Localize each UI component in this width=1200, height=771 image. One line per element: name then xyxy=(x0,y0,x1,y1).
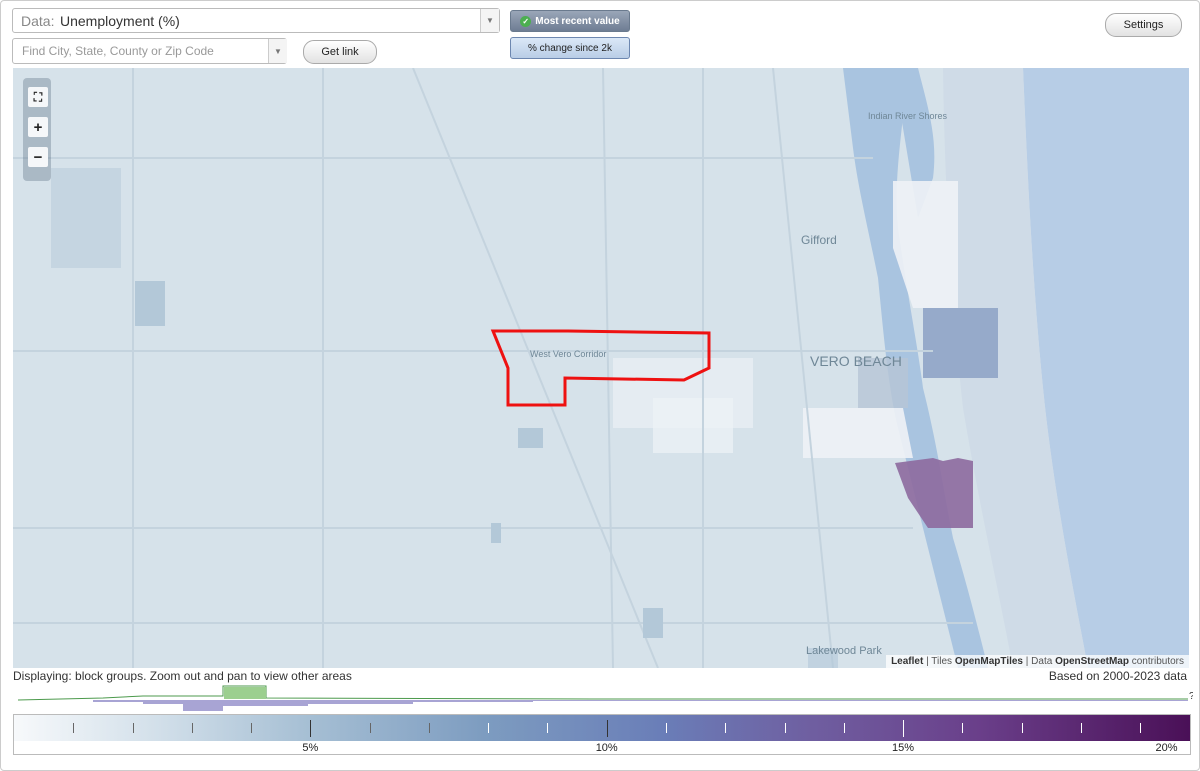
displaying-note: Displaying: block groups. Zoom out and p… xyxy=(13,669,352,683)
legend-tick xyxy=(903,720,904,737)
map-label-indian-river-shores: Indian River Shores xyxy=(868,111,948,121)
legend-tick xyxy=(1140,723,1141,733)
legend-tick xyxy=(844,723,845,733)
zoom-in-icon[interactable]: + xyxy=(28,117,48,137)
data-select[interactable]: Data: Unemployment (%) ▼ xyxy=(12,8,500,33)
legend-tick xyxy=(547,723,548,733)
location-search-input[interactable] xyxy=(12,38,287,64)
legend-tick xyxy=(607,720,608,737)
distribution-histogram: ? xyxy=(17,685,1193,711)
zoom-out-icon[interactable]: − xyxy=(28,147,48,167)
legend-tick xyxy=(310,720,311,737)
map-label-lakewood-park: Lakewood Park xyxy=(806,645,882,657)
legend-tick xyxy=(488,723,489,733)
attribution-osm-link[interactable]: OpenStreetMap xyxy=(1055,656,1129,667)
attribution-tiles-label: Tiles xyxy=(931,656,953,667)
settings-button[interactable]: Settings xyxy=(1105,13,1182,37)
most-recent-value-label: Most recent value xyxy=(535,15,620,27)
color-legend: 5% 10% 15% 20% xyxy=(13,714,1191,755)
legend-tick xyxy=(370,723,371,733)
checkmark-icon: ✓ xyxy=(520,15,532,27)
map-attribution: Leaflet | Tiles OpenMapTiles | Data Open… xyxy=(886,655,1189,668)
color-scale-bar xyxy=(14,715,1190,741)
legend-label-15: 15% xyxy=(892,742,915,754)
unknown-value-marker: ? xyxy=(1189,691,1193,702)
legend-tick xyxy=(429,723,430,733)
pct-change-button[interactable]: % change since 2k xyxy=(510,37,630,59)
app-frame: Data: Unemployment (%) ▼ ▼ Get link ✓ Mo… xyxy=(0,0,1200,771)
dropdown-arrow-icon[interactable]: ▼ xyxy=(480,9,499,32)
map-canvas[interactable] xyxy=(13,68,1189,668)
most-recent-value-button[interactable]: ✓ Most recent value xyxy=(510,10,630,32)
legend-tick xyxy=(1022,723,1023,733)
data-select-value: Unemployment (%) xyxy=(60,13,180,29)
attribution-leaflet-link[interactable]: Leaflet xyxy=(891,656,923,667)
fullscreen-icon[interactable]: ⛶ xyxy=(28,87,48,107)
attribution-contributors: contributors xyxy=(1131,656,1184,667)
map-label-west-vero-corridor: West Vero Corridor xyxy=(530,349,607,359)
legend-tick xyxy=(251,723,252,733)
legend-tick xyxy=(962,723,963,733)
map-view[interactable]: Indian River Shores Gifford VERO BEACH W… xyxy=(13,68,1189,668)
legend-label-10: 10% xyxy=(595,742,618,754)
search-dropdown-arrow-icon[interactable]: ▼ xyxy=(268,39,287,63)
legend-tick xyxy=(725,723,726,733)
attribution-data-label: Data xyxy=(1031,656,1053,667)
attribution-omt-link[interactable]: OpenMapTiles xyxy=(955,656,1023,667)
legend-tick xyxy=(192,723,193,733)
legend-label-20: 20% xyxy=(1155,742,1178,754)
legend-tick xyxy=(73,723,74,733)
legend-tick xyxy=(785,723,786,733)
legend-tick xyxy=(1081,723,1082,733)
map-label-gifford: Gifford xyxy=(801,233,837,247)
zoom-control: ⛶ + − xyxy=(23,78,51,181)
data-select-prefix: Data: xyxy=(21,13,55,29)
legend-tick xyxy=(133,723,134,733)
legend-label-5: 5% xyxy=(302,742,319,754)
legend-tick xyxy=(666,723,667,733)
get-link-button[interactable]: Get link xyxy=(303,40,377,64)
data-range-note: Based on 2000-2023 data xyxy=(1048,669,1187,683)
map-label-vero-beach: VERO BEACH xyxy=(810,353,902,369)
